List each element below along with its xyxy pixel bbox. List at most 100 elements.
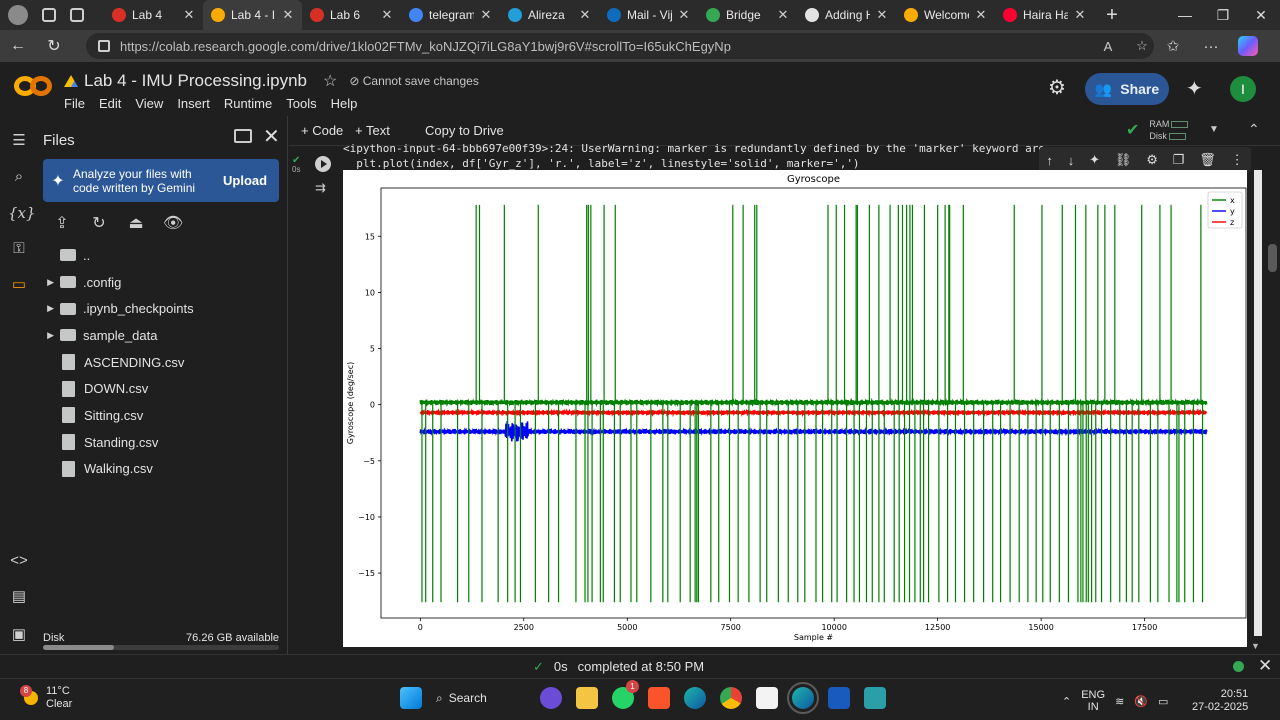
refresh-icon[interactable]: ↻ [89, 214, 109, 234]
notebook-title[interactable]: Lab 4 - IMU Processing.ipynb [84, 71, 307, 91]
menu-item[interactable]: Help [331, 96, 358, 111]
tab-close-icon[interactable]: ✕ [480, 7, 492, 23]
files-folder-icon[interactable]: ▭ [8, 274, 30, 296]
page-scrollbar-thumb[interactable] [1268, 244, 1277, 272]
add-code-button[interactable]: + Code [301, 123, 343, 138]
tab-close-icon[interactable]: ✕ [579, 7, 591, 23]
settings-gear-icon[interactable]: ⚙ [1046, 77, 1068, 99]
resource-indicator[interactable]: ✔ RAM Disk [1126, 118, 1189, 142]
cell-more-icon[interactable]: ⋮ [1231, 152, 1244, 168]
gemini-spark-icon[interactable]: ✦ [1186, 76, 1203, 101]
store-icon[interactable] [756, 687, 778, 709]
show-hidden-eye-icon[interactable]: 👁 [163, 214, 183, 234]
folder-row[interactable]: ▶ sample_data [36, 322, 286, 349]
browser-tab[interactable]: Mail - Vijin ✕ [599, 0, 698, 30]
menu-item[interactable]: Insert [177, 96, 210, 111]
file-row[interactable]: Walking.csv [36, 456, 286, 483]
avatar[interactable]: I [1230, 76, 1256, 102]
menu-item[interactable]: View [135, 96, 163, 111]
word-icon[interactable] [828, 687, 850, 709]
tab-close-icon[interactable]: ✕ [678, 7, 690, 23]
app-icon[interactable] [864, 687, 886, 709]
copy-to-drive-button[interactable]: Copy to Drive [425, 123, 504, 138]
browser-tab[interactable]: Alireza ✕ [500, 0, 599, 30]
favorite-star-icon[interactable]: ☆ [1130, 38, 1154, 54]
folder-row[interactable]: .. [36, 242, 286, 269]
menu-item[interactable]: Edit [99, 96, 121, 111]
runtime-dropdown-icon[interactable]: ▼ [1209, 124, 1219, 135]
site-info-icon[interactable] [98, 40, 110, 52]
expand-arrow-icon[interactable]: ▶ [36, 303, 60, 314]
tray-chevron-icon[interactable]: ⌃ [1062, 695, 1071, 708]
tab-close-icon[interactable]: ✕ [975, 7, 987, 23]
url-field[interactable]: https://colab.research.google.com/drive/… [86, 33, 1154, 59]
browser-tab[interactable]: Lab 4 - IMU ✕ [203, 0, 302, 30]
menu-item[interactable]: File [64, 96, 85, 111]
whatsapp-icon[interactable]: 1 [612, 680, 639, 709]
output-actions-icon[interactable]: ⇉ [315, 180, 326, 196]
copilot-app-icon[interactable] [540, 687, 562, 709]
profile-icon[interactable] [8, 5, 28, 25]
brave-icon[interactable] [648, 687, 670, 709]
copilot-icon[interactable] [1238, 36, 1258, 56]
menu-item[interactable]: Runtime [224, 96, 272, 111]
browser-tab[interactable]: Lab 6 ✕ [302, 0, 401, 30]
upload-file-icon[interactable]: ⇪ [52, 214, 72, 234]
execution-status[interactable]: ✓ 0s completed at 8:50 PM [533, 659, 704, 675]
file-row[interactable]: ASCENDING.csv [36, 349, 286, 376]
move-down-icon[interactable]: ↓ [1068, 153, 1075, 168]
browser-tab[interactable]: Haira Hairi ✕ [995, 0, 1094, 30]
cell-settings-icon[interactable]: ⚙ [1146, 152, 1158, 168]
file-explorer-icon[interactable] [576, 687, 598, 709]
read-aloud-icon[interactable]: A [1096, 39, 1120, 54]
open-in-tab-icon[interactable] [234, 129, 252, 143]
chrome-icon[interactable] [720, 687, 742, 709]
browser-tab[interactable]: Welcome T ✕ [896, 0, 995, 30]
collapse-header-icon[interactable]: ⌃ [1248, 121, 1260, 138]
browser-tab[interactable]: Lab 4 ✕ [104, 0, 203, 30]
tab-close-icon[interactable]: ✕ [282, 7, 294, 23]
edge-icon[interactable] [684, 687, 706, 709]
move-up-icon[interactable]: ↑ [1046, 153, 1053, 168]
link-icon[interactable]: ⛓ [1115, 152, 1132, 168]
file-row[interactable]: DOWN.csv [36, 375, 286, 402]
menu-item[interactable]: Tools [286, 96, 316, 111]
output-scrollbar-track[interactable] [1254, 170, 1262, 636]
tab-close-icon[interactable]: ✕ [381, 7, 393, 23]
file-row[interactable]: Standing.csv [36, 429, 286, 456]
close-panel-icon[interactable]: ✕ [263, 124, 280, 149]
language-indicator[interactable]: ENG IN [1081, 689, 1105, 713]
gemini-banner[interactable]: ✦ Analyze your files with code written b… [43, 159, 279, 202]
browser-tab[interactable]: Adding He ✕ [797, 0, 896, 30]
delete-icon[interactable]: 🗑 [1199, 152, 1216, 168]
maximize-button[interactable]: ❐ [1204, 0, 1242, 30]
close-status-icon[interactable]: ✕ [1258, 656, 1272, 676]
minimize-button[interactable]: — [1166, 0, 1204, 30]
scroll-down-arrow-icon[interactable]: ▼ [1251, 641, 1261, 651]
find-icon[interactable]: ⌕ [8, 166, 30, 188]
tab-actions-icon[interactable] [70, 8, 84, 22]
tab-close-icon[interactable]: ✕ [183, 7, 195, 23]
mount-drive-icon[interactable]: ⏏ [126, 214, 146, 234]
more-menu-icon[interactable]: ··· [1192, 38, 1230, 55]
new-tab-button[interactable]: + [1094, 4, 1130, 27]
expand-arrow-icon[interactable]: ▶ [36, 277, 60, 288]
edge-active-icon[interactable] [787, 682, 819, 714]
wifi-icon[interactable]: ≋ [1115, 695, 1124, 708]
terminal-icon[interactable]: ▣ [8, 624, 30, 646]
volume-muted-icon[interactable]: 🔇 [1134, 695, 1148, 708]
close-window-button[interactable]: ✕ [1242, 0, 1280, 30]
upload-button[interactable]: Upload [223, 173, 267, 188]
folder-row[interactable]: ▶ .config [36, 269, 286, 296]
drive-icon[interactable] [64, 75, 78, 87]
code-snippets-icon[interactable]: <> [8, 550, 30, 572]
command-palette-icon[interactable]: ▤ [8, 586, 30, 608]
windows-start-icon[interactable] [400, 687, 422, 709]
colab-logo[interactable] [14, 72, 54, 100]
clock[interactable]: 20:51 27-02-2025 [1192, 688, 1248, 714]
back-button[interactable]: ← [0, 37, 36, 55]
weather-widget[interactable]: 8 11°C Clear [20, 685, 72, 711]
browser-tab[interactable]: Bridge ✕ [698, 0, 797, 30]
star-icon[interactable]: ☆ [323, 71, 337, 91]
expand-arrow-icon[interactable]: ▶ [36, 330, 60, 341]
